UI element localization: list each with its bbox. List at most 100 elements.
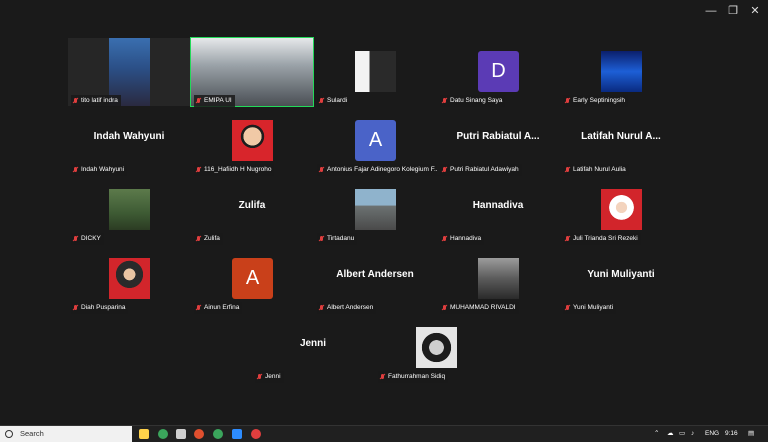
tray-chevron-icon[interactable]: ⌃: [654, 426, 659, 442]
muted-mic-icon: [319, 305, 324, 311]
muted-mic-icon: [73, 236, 78, 242]
restore-icon[interactable]: ❐: [726, 4, 740, 18]
participant-label: Diah Pusparina: [71, 302, 129, 314]
participant-name: Indah Wahyuni: [81, 166, 125, 173]
participant-tile[interactable]: Diah Pusparina: [68, 245, 190, 314]
participant-name: tito latif indra: [81, 97, 118, 104]
participant-tile[interactable]: Tirtadanu: [314, 176, 436, 245]
language-indicator[interactable]: ENG: [705, 426, 719, 442]
participant-label: Indah Wahyuni: [71, 164, 128, 176]
participant-label: Tirtadanu: [317, 233, 358, 245]
participant-tile[interactable]: Yuni Muliyanti Yuni Muliyanti: [560, 245, 682, 314]
muted-mic-icon: [196, 236, 201, 242]
participant-name: Tirtadanu: [327, 235, 355, 242]
participant-display-name: Hannadiva: [472, 200, 524, 211]
participant-name: Antonius Fajar Adinegoro Kolegium F...: [327, 166, 440, 173]
participant-display-name: Albert Andersen: [336, 269, 414, 280]
taskbar-search[interactable]: Search: [0, 426, 132, 442]
participant-tile[interactable]: MUHAMMAD RIVALDI: [437, 245, 559, 314]
participant-label: Juli Trianda Sri Rezeki: [563, 233, 641, 245]
participant-label: MUHAMMAD RIVALDI: [440, 302, 519, 314]
participant-name: Yuni Muliyanti: [573, 304, 614, 311]
participant-tile[interactable]: tito latif indra: [68, 38, 190, 107]
zoom-icon[interactable]: [232, 429, 242, 439]
chrome-profile-icon[interactable]: [213, 429, 223, 439]
participant-name: Diah Pusparina: [81, 304, 126, 311]
participant-name: Hannadiva: [450, 235, 482, 242]
participant-name: Ainun Erfina: [204, 304, 240, 311]
participant-photo: [601, 189, 642, 230]
participant-name: 116_Hafiidh H Nugroho: [204, 166, 272, 173]
chrome-icon[interactable]: [158, 429, 168, 439]
participant-display-name: Jenni: [299, 338, 327, 349]
participant-tile[interactable]: Juli Trianda Sri Rezeki: [560, 176, 682, 245]
participant-label: Latifah Nurul Aulia: [563, 164, 629, 176]
muted-mic-icon: [196, 98, 201, 104]
participant-label: 116_Hafiidh H Nugroho: [194, 164, 275, 176]
participant-name: Datu Sinang Saya: [450, 97, 503, 104]
muted-mic-icon: [196, 167, 201, 173]
search-label: Search: [20, 429, 44, 438]
participant-photo: [416, 327, 457, 368]
participant-display-name: Zulifa: [238, 200, 266, 211]
muted-mic-icon: [319, 167, 324, 173]
participant-tile[interactable]: DICKY: [68, 176, 190, 245]
participant-name: Putri Rabiatul Adawiyah: [450, 166, 519, 173]
participant-tile[interactable]: Hannadiva Hannadiva: [437, 176, 559, 245]
participant-name: DICKY: [81, 235, 101, 242]
file-explorer-icon[interactable]: [139, 429, 149, 439]
participant-photo: [109, 189, 150, 230]
participant-display-name: Putri Rabiatul A...: [456, 131, 540, 142]
participant-label: Datu Sinang Saya: [440, 95, 506, 107]
participant-tile[interactable]: 116_Hafiidh H Nugroho: [191, 107, 313, 176]
participant-name: Juli Trianda Sri Rezeki: [573, 235, 638, 242]
participant-tile[interactable]: Indah Wahyuni Indah Wahyuni: [68, 107, 190, 176]
participant-display-name: Indah Wahyuni: [93, 131, 165, 142]
participant-tile[interactable]: Albert Andersen Albert Andersen: [314, 245, 436, 314]
participant-tile[interactable]: D Datu Sinang Saya: [437, 38, 559, 107]
notification-icon[interactable]: ▤: [748, 426, 754, 442]
muted-mic-icon: [565, 236, 570, 242]
participant-gallery: tito latif indra EMIPA UI Sulardi D Datu Sin…: [0, 37, 768, 388]
muted-mic-icon: [442, 236, 447, 242]
participant-label: DICKY: [71, 233, 104, 245]
participant-tile[interactable]: Early Septiningsih: [560, 38, 682, 107]
participant-tile[interactable]: Sulardi: [314, 38, 436, 107]
participant-tile[interactable]: A Antonius Fajar Adinegoro Kolegium F...: [314, 107, 443, 176]
volume-icon[interactable]: ♪: [691, 426, 694, 442]
firefox-icon[interactable]: [194, 429, 204, 439]
clock[interactable]: 9:16: [725, 426, 738, 442]
participant-tile[interactable]: Jenni Jenni: [252, 314, 374, 383]
participant-label: Hannadiva: [440, 233, 485, 245]
app-icon[interactable]: [251, 429, 261, 439]
muted-mic-icon: [257, 374, 262, 380]
battery-icon[interactable]: ▭: [679, 426, 685, 442]
participant-label: Jenni: [255, 371, 284, 383]
settings-icon[interactable]: [176, 429, 186, 439]
participant-name: Early Septiningsih: [573, 97, 626, 104]
cloud-icon[interactable]: ☁: [667, 426, 674, 442]
muted-mic-icon: [442, 167, 447, 173]
muted-mic-icon: [442, 305, 447, 311]
muted-mic-icon: [380, 374, 385, 380]
participant-tile[interactable]: Fathurrahman Sidiq: [375, 314, 497, 383]
participant-label: EMIPA UI: [194, 95, 235, 107]
participant-tile[interactable]: A Ainun Erfina: [191, 245, 313, 314]
participant-photo: [355, 51, 396, 92]
search-icon: [5, 430, 13, 438]
close-icon[interactable]: ✕: [748, 4, 762, 18]
participant-photo: [601, 51, 642, 92]
avatar: D: [478, 51, 519, 92]
participant-label: Fathurrahman Sidiq: [378, 371, 449, 383]
participant-label: Ainun Erfina: [194, 302, 243, 314]
participant-tile[interactable]: Putri Rabiatul A... Putri Rabiatul Adawiy…: [437, 107, 559, 176]
muted-mic-icon: [442, 98, 447, 104]
minimize-icon[interactable]: —: [704, 4, 718, 18]
muted-mic-icon: [319, 98, 324, 104]
participant-tile[interactable]: EMIPA UI: [190, 37, 314, 107]
participant-tile[interactable]: Latifah Nurul A... Latifah Nurul Aulia: [560, 107, 682, 176]
participant-name: Zulifa: [204, 235, 220, 242]
participant-tile[interactable]: Zulifa Zulifa: [191, 176, 313, 245]
participant-name: Jenni: [265, 373, 281, 380]
muted-mic-icon: [319, 236, 324, 242]
